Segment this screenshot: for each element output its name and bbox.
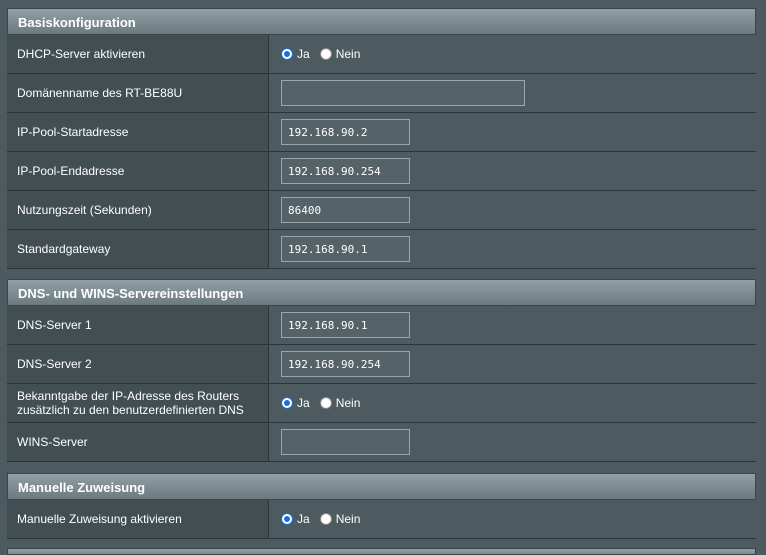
pool-end-input[interactable] [281, 158, 410, 184]
section-header-dns: DNS- und WINS-Servereinstellungen [7, 279, 756, 306]
dns-server-1-input[interactable] [281, 312, 410, 338]
advertise-router-no-radio[interactable] [319, 397, 332, 409]
default-gateway-input[interactable] [281, 236, 410, 262]
section-header-basic: Basiskonfiguration [7, 8, 756, 35]
manual-assignment-section: Manuelle Zuweisung Manuelle Zuweisung ak… [7, 473, 756, 539]
row-wins-server: WINS-Server [7, 423, 756, 462]
dhcp-enable-yes-radio[interactable] [281, 48, 293, 60]
row-dns1: DNS-Server 1 [7, 306, 756, 345]
radio-label-no: Nein [335, 512, 361, 526]
row-pool-start: IP-Pool-Startadresse [7, 113, 756, 152]
row-label: IP-Pool-Endadresse [7, 152, 269, 190]
row-label: IP-Pool-Startadresse [7, 113, 269, 151]
advertise-router-yes-radio[interactable] [281, 397, 293, 409]
manual-enable-no-radio[interactable] [319, 513, 332, 525]
row-label: Bekanntgabe der IP-Adresse des Routers z… [7, 384, 269, 422]
row-label: DNS-Server 2 [7, 345, 269, 383]
row-label: WINS-Server [7, 423, 269, 461]
basic-config-section: Basiskonfiguration DHCP-Server aktiviere… [7, 8, 756, 269]
row-advertise-router-ip: Bekanntgabe der IP-Adresse des Routers z… [7, 384, 756, 423]
radio-label-yes: Ja [297, 47, 310, 61]
dhcp-enable-no-radio[interactable] [319, 48, 332, 60]
advertise-router-radio-group: Ja Nein [269, 384, 756, 422]
radio-label-no: Nein [335, 47, 361, 61]
row-label: DHCP-Server aktivieren [7, 35, 269, 73]
section-header-manual: Manuelle Zuweisung [7, 473, 756, 500]
row-pool-end: IP-Pool-Endadresse [7, 152, 756, 191]
row-label: Domänenname des RT-BE88U [7, 74, 269, 112]
row-dhcp-enable: DHCP-Server aktivieren Ja Nein [7, 35, 756, 74]
manual-enable-radio-group: Ja Nein [269, 500, 756, 538]
row-label: DNS-Server 1 [7, 306, 269, 344]
domain-name-input[interactable] [281, 80, 525, 106]
radio-label-no: Nein [335, 396, 361, 410]
radio-label-yes: Ja [297, 396, 310, 410]
row-domain-name: Domänenname des RT-BE88U [7, 74, 756, 113]
row-dns2: DNS-Server 2 [7, 345, 756, 384]
row-default-gateway: Standardgateway [7, 230, 756, 269]
row-label: Nutzungszeit (Sekunden) [7, 191, 269, 229]
next-section-header-partial [7, 548, 756, 555]
dns-wins-section: DNS- und WINS-Servereinstellungen DNS-Se… [7, 279, 756, 462]
wins-server-input[interactable] [281, 429, 410, 455]
lease-time-input[interactable] [281, 197, 410, 223]
pool-start-input[interactable] [281, 119, 410, 145]
dns-server-2-input[interactable] [281, 351, 410, 377]
manual-enable-yes-radio[interactable] [281, 513, 293, 525]
row-label: Standardgateway [7, 230, 269, 268]
row-lease-time: Nutzungszeit (Sekunden) [7, 191, 756, 230]
radio-label-yes: Ja [297, 512, 310, 526]
row-label: Manuelle Zuweisung aktivieren [7, 500, 269, 538]
row-manual-enable: Manuelle Zuweisung aktivieren Ja Nein [7, 500, 756, 539]
dhcp-enable-radio-group: Ja Nein [269, 35, 756, 73]
